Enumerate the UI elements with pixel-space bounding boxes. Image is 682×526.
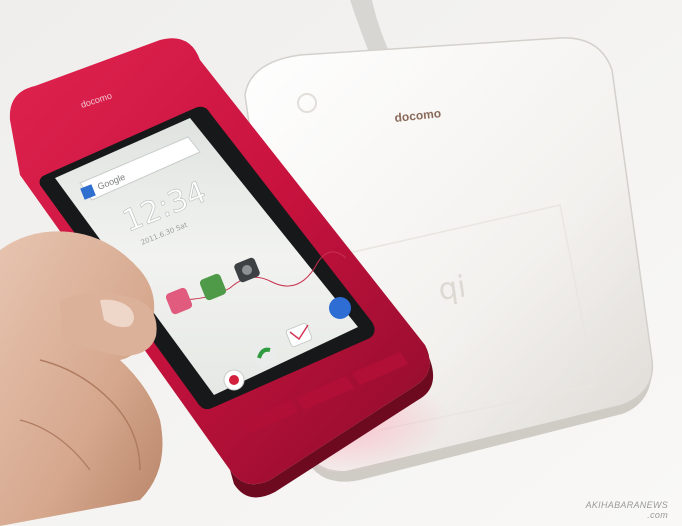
photo-scene: docomo qi docomo Google 12:34 2011.6.30 … — [0, 0, 682, 526]
qi-logo-icon: qi — [436, 269, 468, 307]
watermark: AKIHABARANEWS .com — [586, 500, 668, 520]
watermark-line1: AKIHABARANEWS — [585, 500, 668, 510]
shield-icon[interactable] — [223, 369, 245, 391]
browser-icon[interactable] — [329, 297, 351, 319]
watermark-line2: .com — [647, 510, 668, 520]
